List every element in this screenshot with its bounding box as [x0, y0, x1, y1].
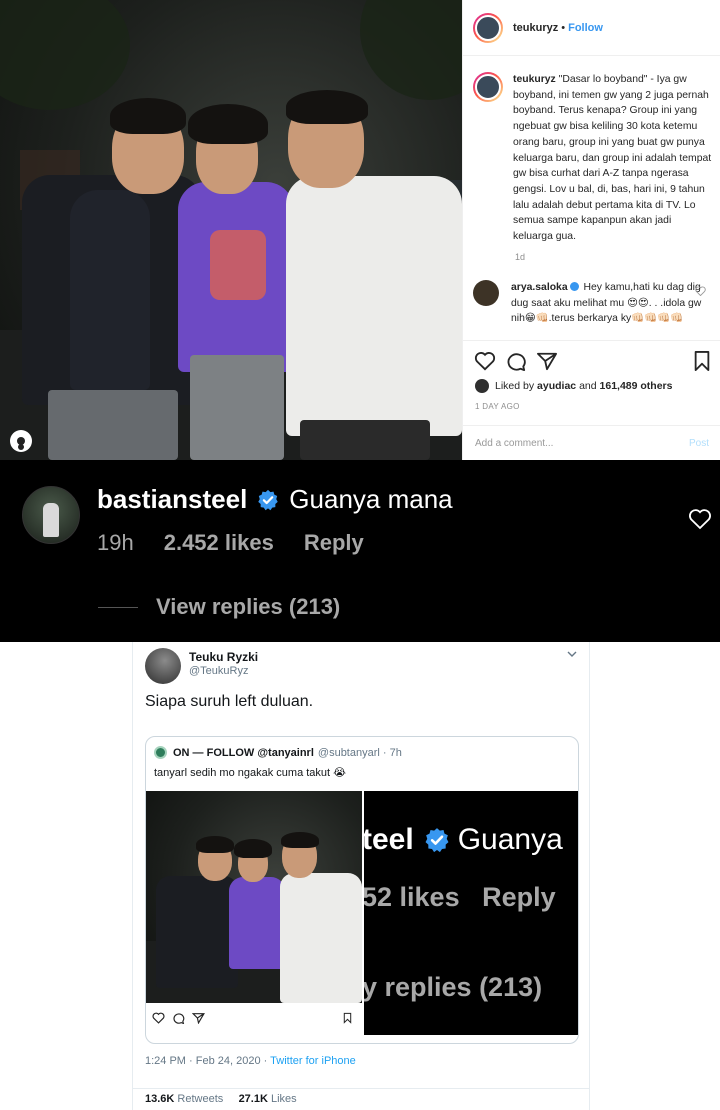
author-avatar[interactable]: [473, 12, 503, 43]
cropped-view-replies: y replies (213): [364, 972, 543, 1002]
tweet-stats: 13.6K Retweets 27.1K Likes: [133, 1088, 589, 1110]
caption-time: 1d: [515, 252, 526, 262]
tweet-avatar[interactable]: [145, 648, 181, 684]
quoted-tweet-header: ON — FOLLOW @tanyainrl @subtanyarl · 7h: [154, 746, 402, 759]
liked-by-user[interactable]: ayudiac: [537, 380, 576, 392]
comment-like-heart-icon[interactable]: [695, 286, 706, 296]
post-caption: teukuryz "Dasar lo boyband" - Iya gw boy…: [473, 72, 713, 245]
comment-text: Guanya mana: [289, 484, 453, 514]
add-comment-bar: Add a comment... Post: [463, 425, 720, 461]
add-comment-input[interactable]: Add a comment...: [475, 438, 553, 449]
follow-button[interactable]: Follow: [568, 22, 603, 34]
post-sidebar: teukuryz • Follow teukuryz "Dasar lo boy…: [462, 0, 720, 460]
bookmark-icon[interactable]: [691, 351, 713, 371]
likes-summary: Liked by ayudiac and 161,489 others: [475, 379, 672, 393]
liker-avatar[interactable]: [475, 379, 489, 393]
caption-username[interactable]: teukuryz: [513, 74, 556, 85]
chevron-down-icon[interactable]: [567, 650, 577, 658]
divider: [98, 606, 138, 608]
quoted-author-name: ON — FOLLOW @tanyainrl: [173, 746, 314, 759]
author-username[interactable]: teukuryz: [513, 22, 558, 34]
comment-username[interactable]: bastiansteel: [97, 484, 247, 515]
comment-likes[interactable]: 2.452 likes: [164, 530, 274, 556]
tweet-author-handle[interactable]: @TeukuRyz: [189, 665, 248, 677]
view-replies-button[interactable]: View replies (213): [98, 594, 340, 620]
comment-meta: 19h 2.452 likes Reply: [97, 530, 394, 556]
post-header: teukuryz • Follow: [463, 0, 720, 56]
quoted-image-left[interactable]: [146, 791, 362, 1035]
post-date: 1 DAY AGO: [475, 402, 520, 411]
liked-by-count[interactable]: 161,489 others: [600, 380, 673, 392]
comment-icon: [173, 1013, 185, 1024]
quoted-tweet-text: tanyarl sedih mo ngakak cuma takut 😭: [154, 767, 347, 779]
verified-badge-icon: [425, 828, 449, 853]
likes-count[interactable]: 27.1K: [239, 1093, 268, 1105]
comment-item: arya.saloka Hey kamu,hati ku dag dig dug…: [473, 280, 717, 327]
share-icon: [192, 1013, 205, 1024]
caption-avatar[interactable]: [473, 72, 503, 102]
cropped-comment-line: teel Guanya: [364, 823, 563, 857]
quoted-photo: [146, 791, 362, 1003]
verified-badge-icon: [258, 489, 279, 510]
tweet-timestamp[interactable]: 1:24 PM · Feb 24, 2020 ·: [145, 1055, 270, 1067]
dark-comment-screenshot: bastiansteel Guanya mana 19h 2.452 likes…: [0, 460, 720, 642]
quoted-author-handle: @subtanyarl · 7h: [317, 746, 402, 759]
quoted-photo-action-bar: [146, 1003, 362, 1035]
share-icon[interactable]: [536, 351, 558, 371]
tweet-author-name[interactable]: Teuku Ryzki: [189, 650, 258, 664]
view-replies-label: View replies (213): [156, 594, 341, 619]
heart-icon: [152, 1012, 165, 1024]
comment-icon[interactable]: [505, 351, 527, 371]
separator-dot: •: [561, 21, 566, 34]
likes-label[interactable]: Likes: [271, 1093, 297, 1105]
post-button[interactable]: Post: [689, 438, 709, 449]
heart-icon[interactable]: [688, 508, 712, 530]
quoted-media[interactable]: teel Guanya 52 likes Reply y replies (21…: [146, 791, 578, 1035]
quoted-image-right[interactable]: teel Guanya 52 likes Reply y replies (21…: [364, 791, 578, 1035]
user-tag-icon[interactable]: [10, 430, 32, 452]
bookmark-icon: [343, 1012, 352, 1024]
comment-time: 19h: [97, 530, 134, 555]
retweets-label[interactable]: Retweets: [177, 1093, 223, 1105]
tweet-meta: 1:24 PM · Feb 24, 2020 · Twitter for iPh…: [145, 1055, 356, 1067]
quoted-tweet[interactable]: ON — FOLLOW @tanyainrl @subtanyarl · 7h …: [145, 736, 579, 1044]
quoted-avatar: [154, 746, 167, 759]
tweet-source-link[interactable]: Twitter for iPhone: [270, 1055, 356, 1067]
caption-text: "Dasar lo boyband" - Iya gw boyband, ini…: [513, 74, 712, 243]
cropped-username: teel: [364, 823, 414, 856]
liked-by-and: and: [579, 380, 597, 392]
liked-by-prefix: Liked by: [495, 380, 535, 392]
verified-badge-icon: [569, 282, 579, 291]
post-actions: Liked by ayudiac and 161,489 others 1 DA…: [463, 340, 720, 460]
tweet-text: Siapa suruh left duluan.: [145, 693, 314, 710]
instagram-post: teukuryz • Follow teukuryz "Dasar lo boy…: [0, 0, 720, 460]
commenter-username[interactable]: arya.saloka: [511, 282, 568, 293]
tweet-card: Teuku Ryzki @TeukuRyz Siapa suruh left d…: [132, 642, 590, 1110]
comment-line: bastiansteel Guanya mana: [97, 484, 453, 515]
commenter-avatar[interactable]: [22, 486, 80, 544]
cropped-comment-text: Guanya: [457, 823, 563, 856]
heart-icon[interactable]: [474, 351, 496, 371]
cropped-likes-reply: 52 likes Reply: [364, 882, 556, 912]
retweets-count[interactable]: 13.6K: [145, 1093, 174, 1105]
post-photo[interactable]: [0, 0, 462, 460]
reply-button[interactable]: Reply: [304, 530, 364, 556]
commenter-avatar[interactable]: [473, 280, 499, 306]
